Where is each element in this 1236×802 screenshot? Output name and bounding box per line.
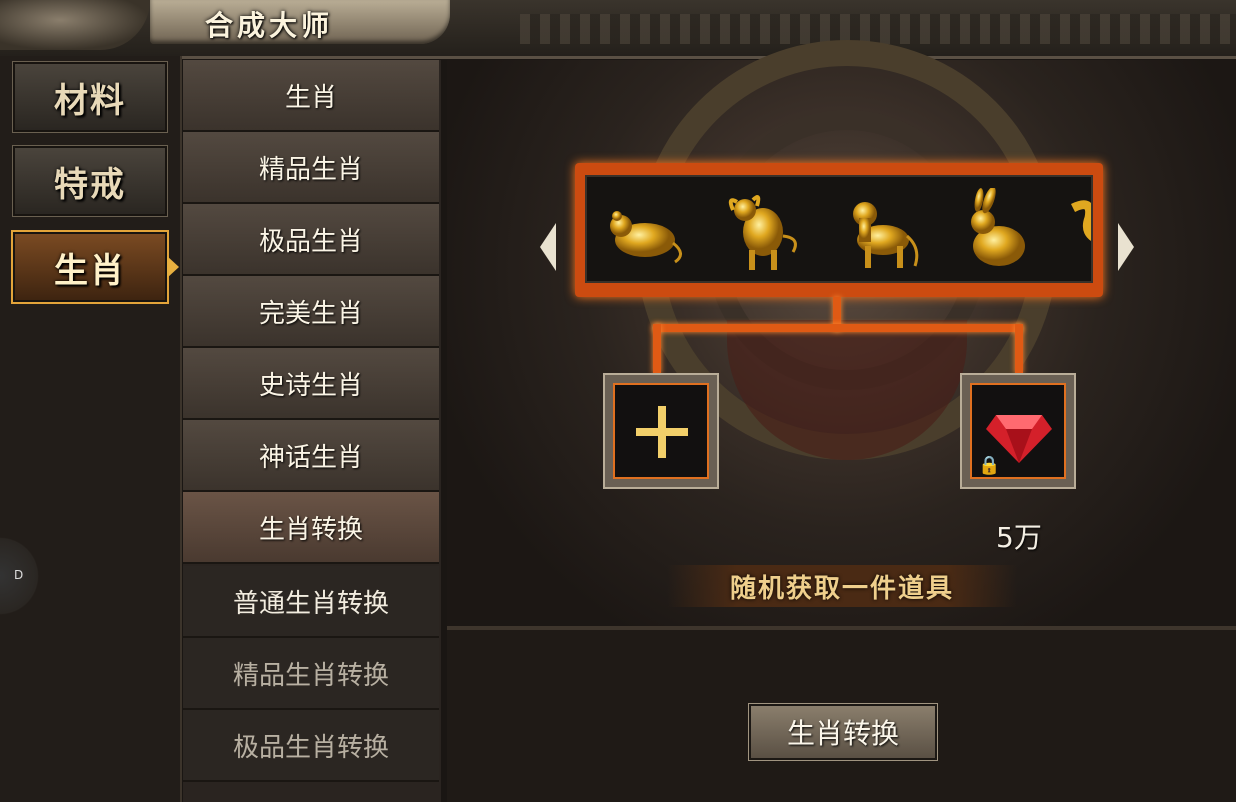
window-title: 合成大师 — [205, 9, 334, 42]
plus-icon — [636, 406, 688, 458]
category-perfect-zodiac[interactable]: 完美生肖 — [183, 276, 439, 348]
category-zodiac[interactable]: 生肖 — [183, 60, 439, 132]
title-bar-pattern — [520, 14, 1236, 44]
output-slot-frame: 🔒 — [970, 383, 1066, 479]
category-list: 生肖 精品生肖 极品生肖 完美生肖 史诗生肖 神话生肖 生肖转换 普通生肖转换 … — [183, 60, 441, 802]
category-mythic-zodiac[interactable]: 神话生肖 — [183, 420, 439, 492]
input-slot-frame — [613, 383, 709, 479]
panel-divider — [447, 626, 1236, 630]
left-tab-column: 材料 特戒 F9 生肖 — [0, 56, 182, 802]
convert-button[interactable]: 生肖转换 — [748, 703, 938, 761]
title-bar: 合成大师 — [0, 0, 1236, 59]
side-handle[interactable]: D — [0, 528, 40, 624]
connector-left — [653, 324, 661, 374]
dragon-icon[interactable] — [1051, 187, 1091, 275]
hint-text: 随机获取一件道具 — [667, 565, 1017, 607]
subcategory-superior-conversion[interactable]: 极品生肖转换 — [183, 710, 439, 782]
cost-label: 5万 — [996, 521, 1042, 554]
scroll-right-arrow-icon[interactable] — [1118, 223, 1134, 271]
category-epic-zodiac[interactable]: 史诗生肖 — [183, 348, 439, 420]
connector-right — [1015, 324, 1023, 374]
category-zodiac-conversion[interactable]: 生肖转换 — [183, 492, 439, 564]
dragon-ornament — [0, 0, 150, 50]
tab-zodiac[interactable]: 生肖 — [11, 230, 179, 304]
subcategory-normal-conversion[interactable]: 普通生肖转换 — [183, 566, 439, 638]
input-slot[interactable] — [603, 373, 719, 489]
connector-bar — [653, 324, 1023, 332]
subcategory-fine-conversion[interactable]: 精品生肖转换 — [183, 638, 439, 710]
zodiac-strip — [575, 163, 1103, 297]
side-handle-label: D — [14, 568, 24, 582]
tab-special-rings[interactable]: 特戒 — [12, 145, 168, 217]
tiger-icon[interactable] — [835, 187, 925, 275]
scroll-left-arrow-icon[interactable] — [540, 223, 556, 271]
category-fine-zodiac[interactable]: 精品生肖 — [183, 132, 439, 204]
ox-icon[interactable] — [717, 187, 807, 275]
zodiac-strip-inner — [585, 175, 1093, 283]
synthesis-panel: 🔒 5万 随机获取一件道具 生肖转换 — [447, 40, 1236, 802]
lock-icon: 🔒 — [978, 455, 1001, 476]
category-superior-zodiac[interactable]: 极品生肖 — [183, 204, 439, 276]
output-slot[interactable]: 🔒 — [960, 373, 1076, 489]
tab-materials[interactable]: 材料 — [12, 61, 168, 133]
rat-icon[interactable] — [601, 187, 691, 275]
panel-background-art — [447, 40, 1236, 626]
rabbit-icon[interactable] — [951, 187, 1041, 275]
